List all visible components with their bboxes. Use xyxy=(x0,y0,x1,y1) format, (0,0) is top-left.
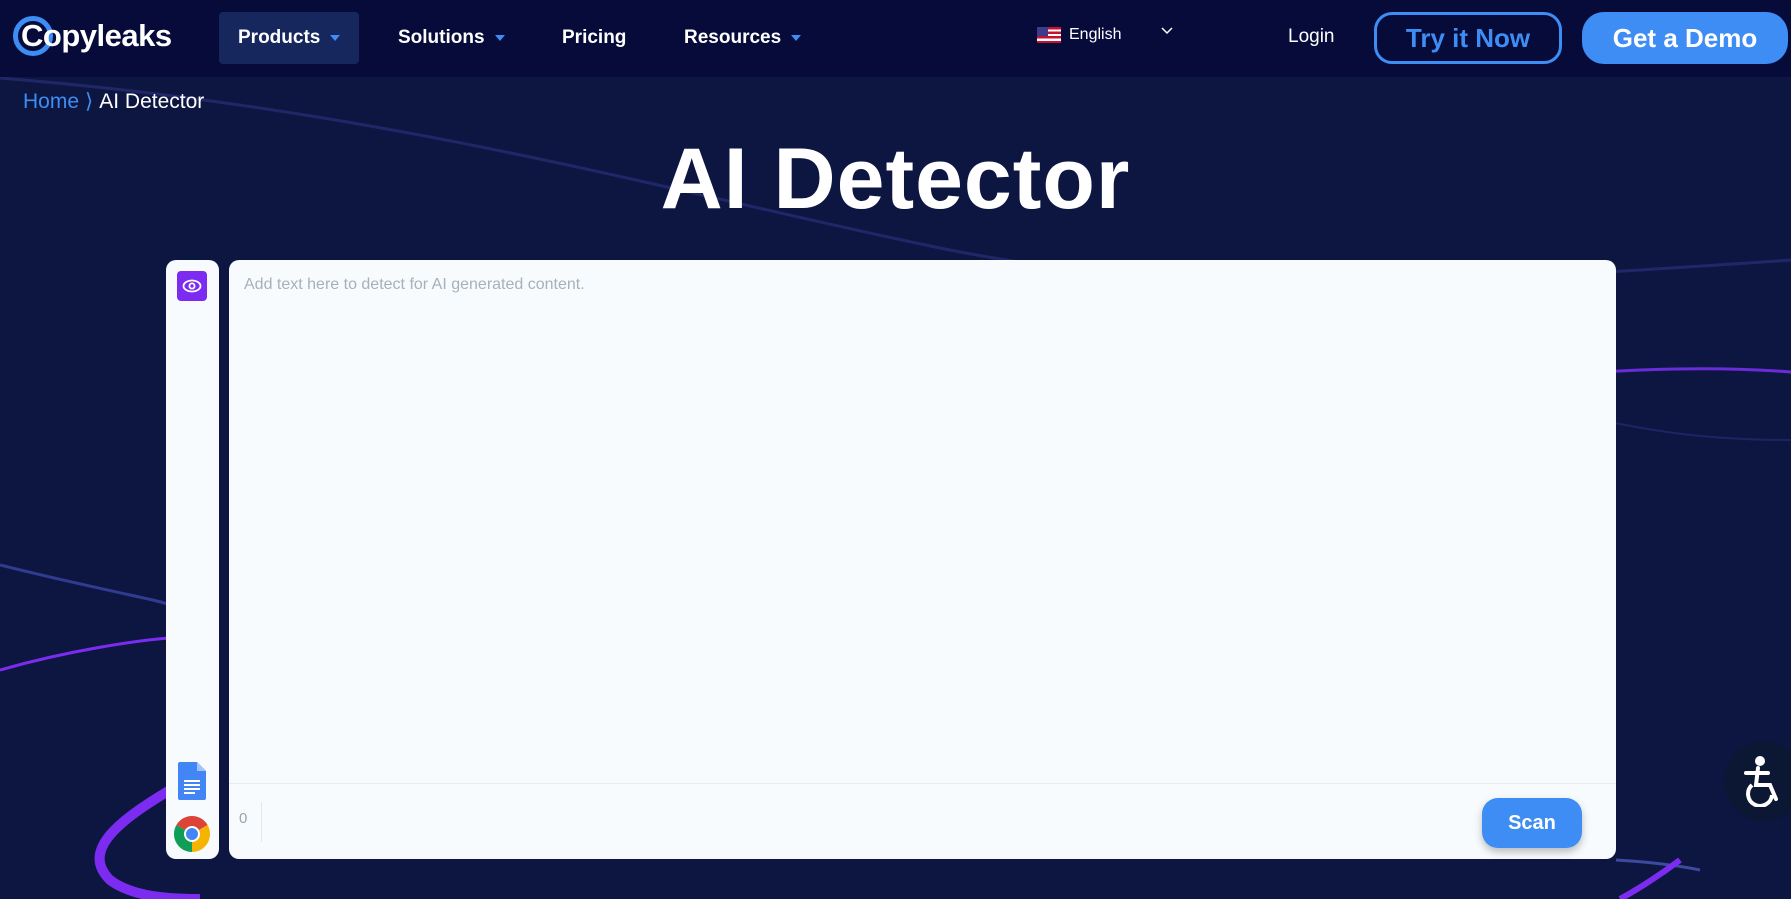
breadcrumb-current: AI Detector xyxy=(99,89,205,113)
breadcrumb: Home ⟩ AI Detector xyxy=(23,89,204,114)
page-title: AI Detector xyxy=(660,131,1131,227)
caret-down-icon xyxy=(494,35,505,41)
caret-down-icon xyxy=(791,35,802,41)
language-selector[interactable]: English xyxy=(1037,26,1121,44)
nav-solutions-label: Solutions xyxy=(398,27,485,48)
word-count: 0 xyxy=(239,810,248,827)
editor-footer: 0 Scan xyxy=(229,783,1616,859)
copyleaks-logo[interactable]: Copyleaks xyxy=(13,14,172,58)
nav-pricing[interactable]: Pricing xyxy=(543,12,645,64)
top-navigation: Copyleaks Products Solutions Pricing Res… xyxy=(0,0,1791,77)
language-label: English xyxy=(1069,26,1122,43)
text-editor-panel: 0 Scan xyxy=(229,260,1616,859)
try-it-now-button[interactable]: Try it Now xyxy=(1374,12,1562,64)
nav-resources-label: Resources xyxy=(684,27,782,48)
scan-button[interactable]: Scan xyxy=(1482,798,1582,848)
logo-text: Copyleaks xyxy=(21,18,172,53)
ai-detect-text-input[interactable] xyxy=(229,260,1616,783)
login-link[interactable]: Login xyxy=(1288,26,1335,48)
google-docs-icon[interactable] xyxy=(178,762,206,800)
chevron-down-icon[interactable] xyxy=(1160,26,1174,36)
breadcrumb-separator: ⟩ xyxy=(85,90,94,113)
nav-products-label: Products xyxy=(238,27,321,48)
caret-down-icon xyxy=(330,35,341,41)
chrome-icon[interactable] xyxy=(173,815,211,853)
side-toolbar xyxy=(166,260,219,859)
nav-products[interactable]: Products xyxy=(219,12,360,64)
nav-resources[interactable]: Resources xyxy=(665,12,820,64)
nav-pricing-label: Pricing xyxy=(562,27,627,48)
accessibility-icon xyxy=(1744,756,1778,807)
eye-icon[interactable] xyxy=(177,271,207,301)
nav-solutions[interactable]: Solutions xyxy=(379,12,524,64)
us-flag-icon xyxy=(1037,27,1061,43)
get-a-demo-button[interactable]: Get a Demo xyxy=(1582,12,1788,64)
footer-divider xyxy=(261,802,262,842)
breadcrumb-home-link[interactable]: Home xyxy=(23,90,79,114)
